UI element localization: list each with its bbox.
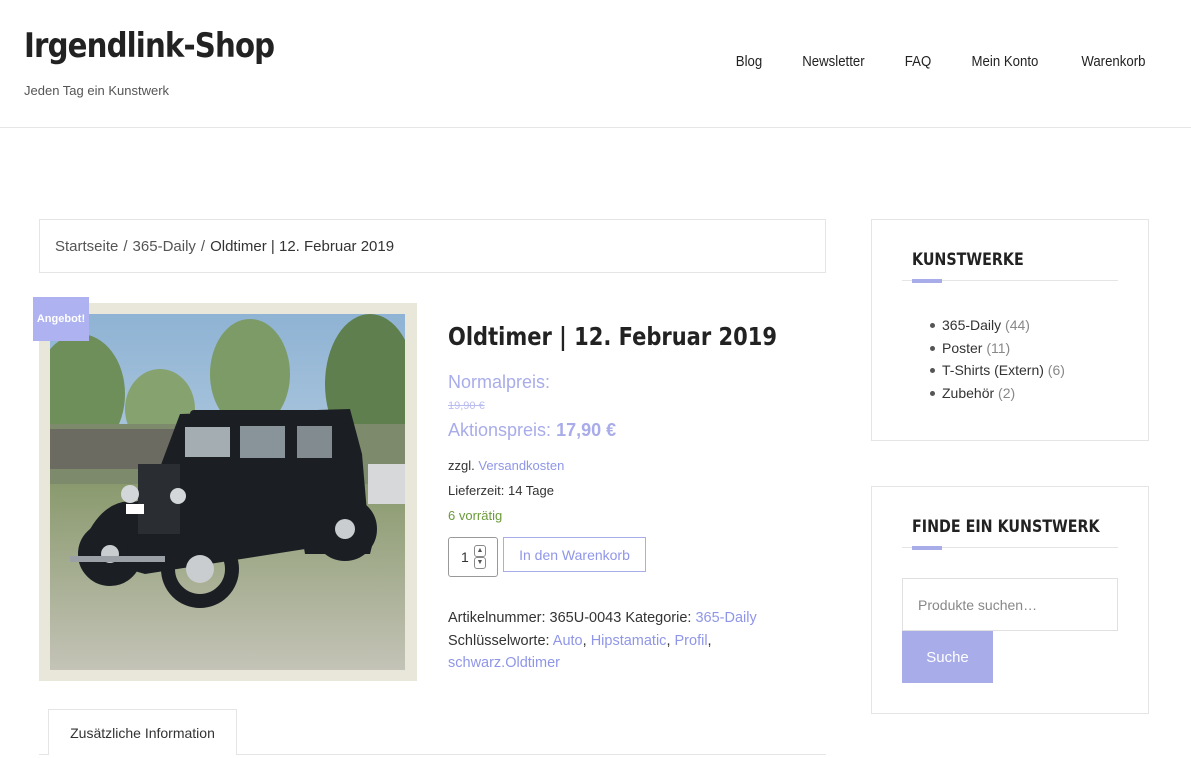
category-name[interactable]: Poster	[942, 340, 982, 356]
nav-item-mein-konto[interactable]: Mein Konto	[972, 53, 1039, 70]
search-widget-title: FINDE EIN KUNSTWERK	[912, 517, 1100, 537]
quantity-value[interactable]: 1	[461, 549, 469, 565]
widget-accent-bar	[912, 279, 942, 283]
category-item[interactable]: Zubehör (2)	[930, 382, 1065, 405]
product-image[interactable]	[39, 303, 417, 681]
sale-price: 17,90 €	[556, 420, 617, 440]
site-title[interactable]: Irgendlink-Shop	[24, 26, 275, 66]
product-meta: Artikelnummer: 365U-0043 Kategorie: 365-…	[448, 610, 757, 671]
chevron-down-icon[interactable]: ▼	[474, 557, 486, 569]
product-search-input[interactable]: Produkte suchen…	[902, 578, 1118, 631]
sale-price-label: Aktionspreis:	[448, 420, 552, 440]
product-photo	[50, 314, 405, 670]
delivery-time: Lieferzeit: 14 Tage	[448, 483, 554, 498]
sku-label: Artikelnummer:	[448, 610, 546, 626]
add-to-cart-button[interactable]: In den Warenkorb	[503, 537, 646, 572]
category-link[interactable]: 365-Daily	[695, 610, 756, 626]
chevron-up-icon[interactable]: ▲	[474, 545, 486, 557]
category-item[interactable]: 365-Daily (44)	[930, 314, 1065, 337]
shipping-prefix: zzgl.	[448, 458, 475, 473]
breadcrumb-current: Oldtimer | 12. Februar 2019	[210, 237, 395, 255]
nav-item-blog[interactable]: Blog	[736, 53, 762, 70]
category-count: (44)	[1005, 317, 1030, 333]
shipping-note: zzgl. Versandkosten	[448, 458, 564, 473]
category-list: 365-Daily (44) Poster (11) T-Shirts (Ext…	[930, 314, 1065, 404]
tag-link-auto[interactable]: Auto	[553, 633, 583, 649]
category-name[interactable]: T-Shirts (Extern)	[942, 362, 1044, 378]
category-name[interactable]: 365-Daily	[942, 317, 1001, 333]
quantity-spinner[interactable]: ▲ ▼	[474, 545, 486, 569]
quantity-stepper[interactable]: 1 ▲ ▼	[448, 537, 498, 577]
old-price: 19,90 €	[448, 400, 485, 412]
search-widget: FINDE EIN KUNSTWERK Produkte suchen… Suc…	[871, 486, 1149, 714]
category-item[interactable]: T-Shirts (Extern) (6)	[930, 359, 1065, 382]
category-item[interactable]: Poster (11)	[930, 337, 1065, 360]
nav-item-warenkorb[interactable]: Warenkorb	[1082, 53, 1146, 70]
breadcrumb-home[interactable]: Startseite	[55, 238, 118, 255]
site-tagline: Jeden Tag ein Kunstwerk	[24, 83, 170, 98]
sale-badge: Angebot!	[33, 297, 89, 341]
vintage-car-illustration	[50, 314, 405, 670]
stock-status: 6 vorrätig	[448, 508, 503, 523]
category-count: (11)	[986, 339, 1011, 356]
tag-link-schwarz-oldtimer[interactable]: schwarz.Oldtimer	[448, 655, 560, 671]
category-label: Kategorie:	[625, 610, 692, 626]
categories-widget: KUNSTWERKE 365-Daily (44) Poster (11) T-…	[871, 219, 1149, 441]
breadcrumb-category[interactable]: 365-Daily	[133, 238, 196, 255]
category-name[interactable]: Zubehör	[942, 385, 994, 401]
nav-item-faq[interactable]: FAQ	[905, 53, 931, 70]
nav-item-newsletter[interactable]: Newsletter	[803, 53, 865, 70]
sale-price-row: Aktionspreis: 17,90 €	[448, 420, 616, 441]
breadcrumb-separator: /	[200, 237, 206, 255]
breadcrumb-separator: /	[123, 237, 128, 255]
sku-value: 365U-0043	[549, 610, 622, 626]
regular-price-label: Normalpreis:	[448, 372, 551, 392]
main-nav: Blog Newsletter FAQ Mein Konto Warenkorb	[700, 53, 1150, 70]
tag-link-profil[interactable]: Profil	[675, 633, 708, 649]
product-title: Oldtimer | 12. Februar 2019	[448, 322, 777, 351]
category-count: (2)	[998, 384, 1016, 401]
shipping-link[interactable]: Versandkosten	[478, 458, 564, 473]
site-header: Irgendlink-Shop Jeden Tag ein Kunstwerk …	[0, 0, 1191, 128]
breadcrumb: Startseite / 365-Daily / Oldtimer | 12. …	[39, 219, 826, 273]
category-count: (6)	[1047, 362, 1065, 378]
categories-widget-title: KUNSTWERKE	[912, 250, 1024, 270]
tags-label: Schlüsselworte:	[448, 632, 550, 649]
tag-link-hipstamatic[interactable]: Hipstamatic	[591, 633, 667, 649]
search-button[interactable]: Suche	[902, 631, 993, 683]
tab-additional-info[interactable]: Zusätzliche Information	[48, 709, 237, 755]
widget-accent-bar	[912, 546, 942, 550]
